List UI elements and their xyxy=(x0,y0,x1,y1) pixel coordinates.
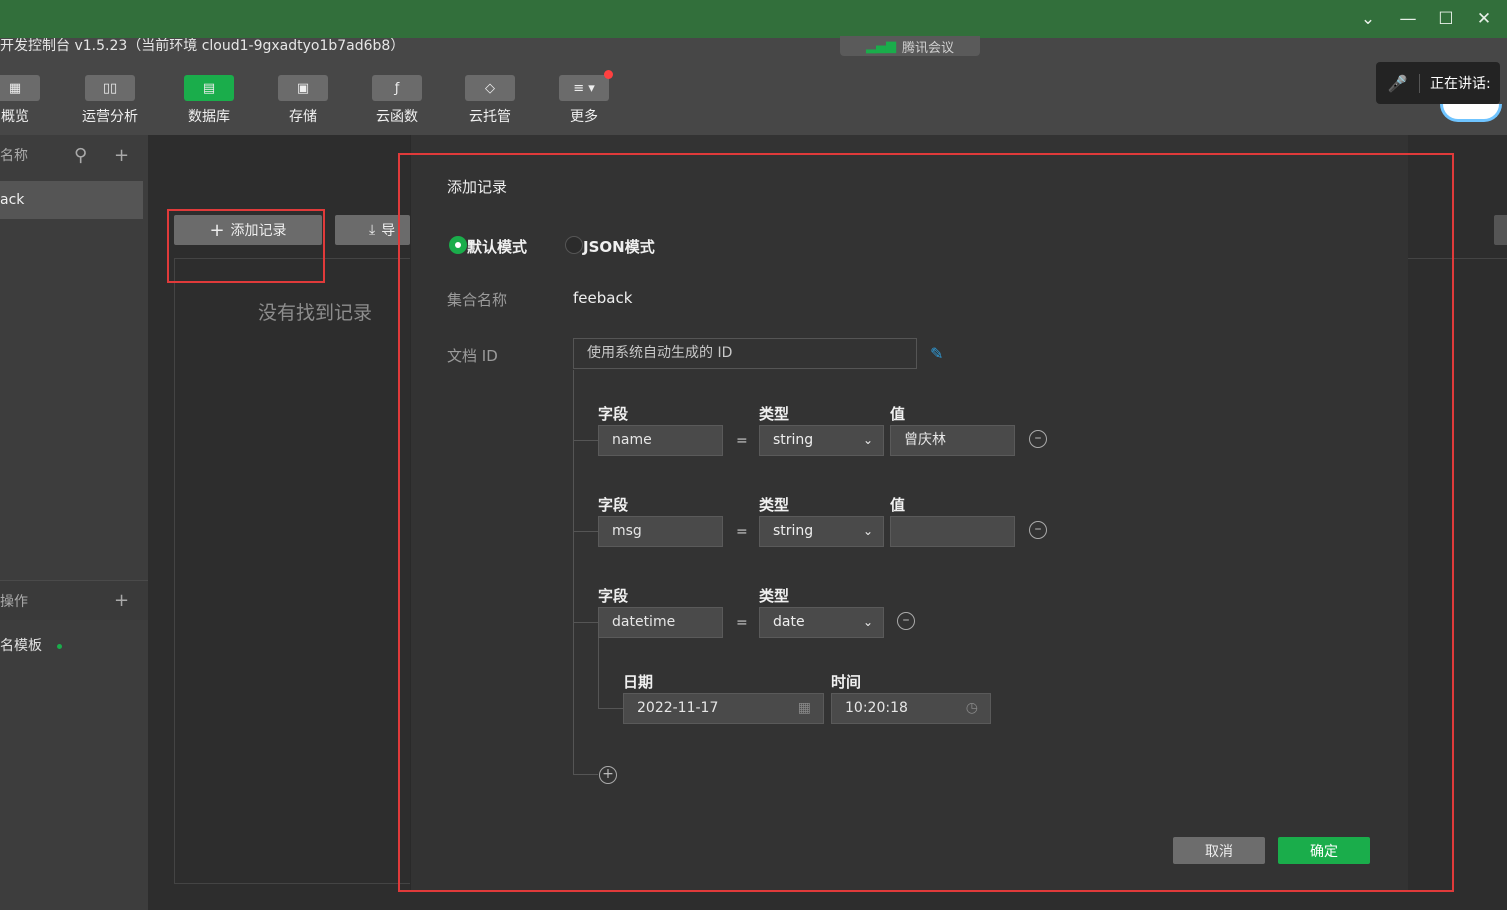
close-icon[interactable]: ✕ xyxy=(1466,4,1502,34)
function-icon: ƒ xyxy=(372,75,422,101)
minimize-icon[interactable]: — xyxy=(1390,4,1426,34)
empty-state-text: 没有找到记录 xyxy=(258,302,373,324)
window-title-bar: ⌄ — ☐ ✕ xyxy=(0,0,1507,38)
app-title: 开发控制台 v1.5.23（当前环境 cloud1-9gxadtyo1b7ad6… xyxy=(0,38,1507,58)
speaking-indicator: 🎤 正在讲话: xyxy=(1376,62,1500,104)
chevron-down-icon[interactable]: ⌄ xyxy=(1350,4,1386,34)
collections-header: 名称 ⚲ + xyxy=(0,135,148,175)
toolbar-item-more[interactable]: ≡ ▾ 更多 xyxy=(549,75,619,126)
toolbar-item-database[interactable]: ▤ 数据库 xyxy=(174,75,244,126)
collection-sidebar: 名称 ⚲ + 操作 + xyxy=(0,135,148,910)
record-list-panel xyxy=(174,258,414,884)
sidebar-item-collection[interactable]: ack xyxy=(0,181,143,219)
maximize-icon[interactable]: ☐ xyxy=(1428,4,1464,34)
export-label: 导 xyxy=(381,223,396,239)
database-icon: ▤ xyxy=(184,75,234,101)
annotation-box xyxy=(167,209,325,283)
speaking-label: 正在讲话: xyxy=(1430,76,1491,92)
collections-header-label: 名称 xyxy=(0,148,28,164)
annotation-box xyxy=(398,153,1454,892)
toolbar-item-analytics[interactable]: ▯▯ 运营分析 xyxy=(75,75,145,126)
save-icon: ▣ xyxy=(278,75,328,101)
toolbar-item-label: 云函数 xyxy=(376,109,418,125)
meeting-badge-label: 腾讯会议 xyxy=(901,40,954,56)
add-icon[interactable]: + xyxy=(114,145,129,166)
toolbar-item-label: 概览 xyxy=(1,109,29,125)
signal-icon: ▂▄▆ xyxy=(865,38,896,54)
avatar xyxy=(1440,104,1502,122)
scroll-button[interactable] xyxy=(1494,215,1507,245)
search-icon[interactable]: ⚲ xyxy=(74,145,87,166)
grid-icon: ▦ xyxy=(0,75,40,101)
add-icon[interactable]: + xyxy=(114,590,129,611)
cube-icon: ◇ xyxy=(465,75,515,101)
toolbar-item-label: 运营分析 xyxy=(82,109,138,125)
toolbar-item-cloud-hosting[interactable]: ◇ 云托管 xyxy=(455,75,525,126)
main-toolbar: ▦ 概览 ▯▯ 运营分析 ▤ 数据库 ▣ 存储 ƒ 云函数 ◇ 云托管 ≡ ▾ … xyxy=(0,58,1507,135)
toolbar-item-storage[interactable]: ▣ 存储 xyxy=(268,75,338,126)
toolbar-item-label: 存储 xyxy=(289,109,317,125)
operations-header-label: 操作 xyxy=(0,593,28,610)
notification-dot xyxy=(604,70,613,79)
download-icon: ⤓ xyxy=(369,222,376,238)
toolbar-item-cloud-functions[interactable]: ƒ 云函数 xyxy=(362,75,432,126)
layers-icon: ≡ ▾ xyxy=(559,75,609,101)
toolbar-item-label: 更多 xyxy=(570,109,598,125)
toolbar-item-label: 数据库 xyxy=(188,109,230,125)
toolbar-item-overview[interactable]: ▦ 概览 xyxy=(0,75,50,126)
status-dot xyxy=(57,644,62,649)
mic-muted-icon[interactable]: 🎤 xyxy=(1376,73,1420,93)
operations-header: 操作 + xyxy=(0,580,148,620)
meeting-badge[interactable]: ▂▄▆ 腾讯会议 xyxy=(840,36,980,56)
bar-chart-icon: ▯▯ xyxy=(85,75,135,101)
toolbar-item-label: 云托管 xyxy=(469,109,511,125)
sidebar-item-template[interactable]: 名模板 xyxy=(0,635,42,655)
